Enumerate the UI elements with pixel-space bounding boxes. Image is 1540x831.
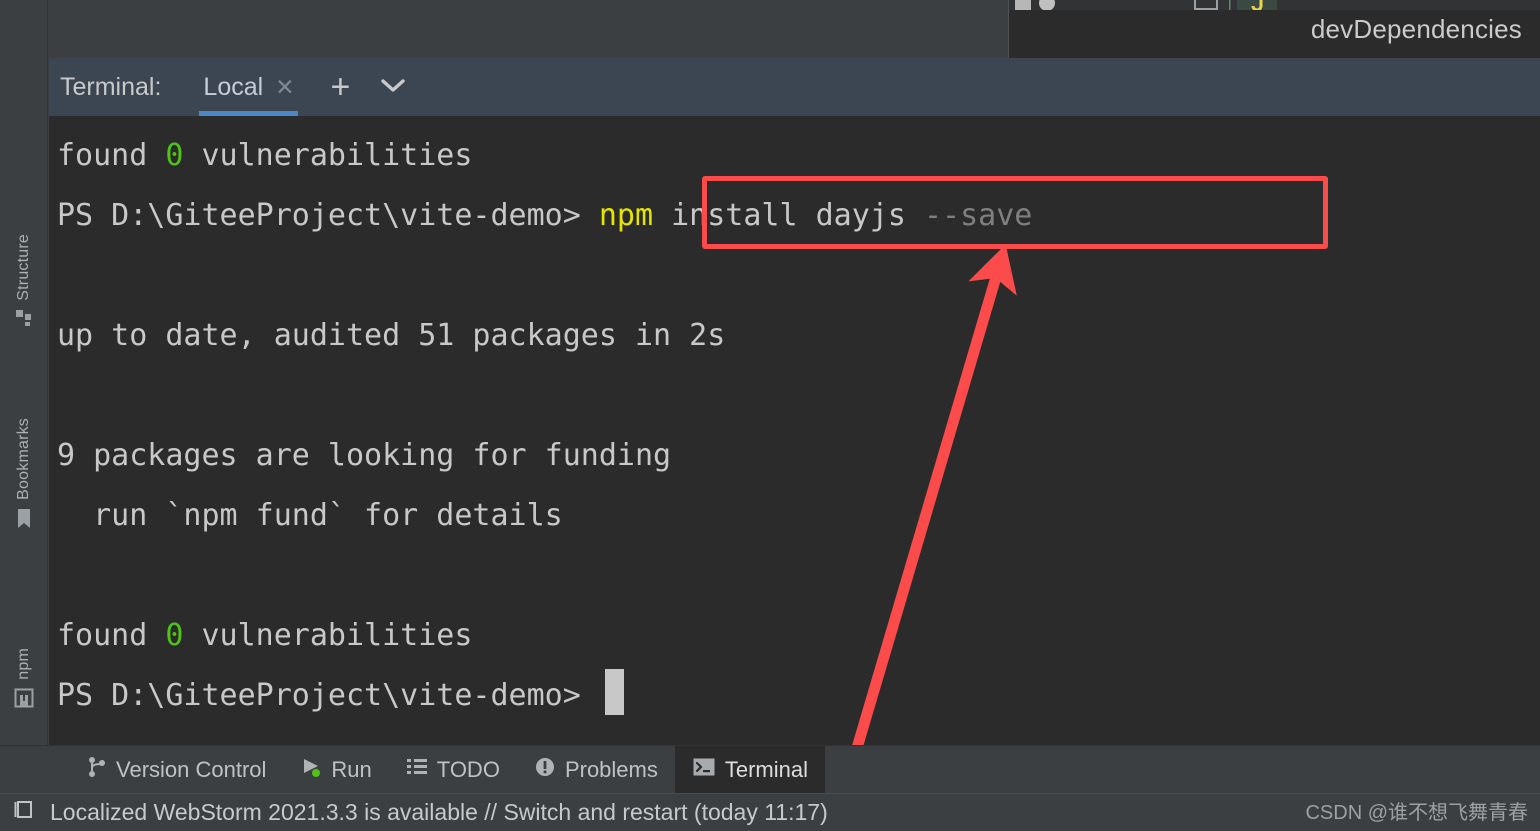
terminal-header-title: Terminal:	[60, 72, 162, 101]
editor-area-sliver: devDependencies	[49, 0, 1540, 58]
terminal-icon	[692, 756, 716, 784]
status-bar: Localized WebStorm 2021.3.3 is available…	[0, 793, 1540, 831]
inspection-count-icon	[1015, 0, 1055, 10]
terminal-line: 9 packages are looking for funding	[57, 426, 1540, 486]
terminal-line: PS D:\GiteeProject\vite-demo>	[57, 666, 1540, 726]
left-tool-strip: Structure Bookmarks npm	[0, 0, 48, 793]
terminal-cursor	[604, 669, 624, 715]
sidebar-item-bookmarks-label: Bookmarks	[15, 418, 32, 500]
terminal-text-segment: --save	[923, 198, 1033, 233]
npm-icon	[14, 688, 34, 713]
terminal-text-segment: found	[57, 618, 166, 653]
tool-button-run[interactable]: Run	[283, 746, 388, 794]
tool-window-bar: Version Control Run TODO Problems Termin…	[0, 745, 1540, 794]
webstorm-window: Structure Bookmarks npm devDependencies …	[0, 0, 1540, 831]
structure-icon	[15, 309, 33, 332]
sidebar-item-npm-label: npm	[15, 648, 32, 680]
terminal-tab-local[interactable]: Local ✕	[199, 58, 299, 116]
terminal-text-segment: found	[57, 138, 166, 173]
branch-icon	[87, 756, 107, 784]
warning-icon	[534, 756, 556, 784]
separator-icon	[1229, 0, 1231, 10]
sidebar-item-bookmarks[interactable]: Bookmarks	[0, 418, 48, 535]
terminal-tool-window-header: Terminal: Local ✕ +	[49, 58, 1540, 116]
terminal-line: run `npm fund` for details	[57, 486, 1540, 546]
terminal-text-segment: install dayjs	[653, 198, 924, 233]
terminal-text-segment: 0	[165, 138, 184, 173]
tool-button-problems-label: Problems	[564, 756, 658, 782]
reader-mode-icon[interactable]	[1189, 0, 1225, 10]
tool-button-todo[interactable]: TODO	[389, 746, 517, 794]
terminal-text-segment: 0	[165, 618, 184, 653]
bookmark-icon	[15, 508, 33, 535]
terminal-line: found 0 vulnerabilities	[57, 126, 1540, 186]
terminal-tab-local-label: Local	[203, 72, 264, 101]
tool-button-problems[interactable]: Problems	[517, 746, 675, 794]
plus-icon[interactable]: +	[330, 70, 350, 104]
list-icon	[406, 757, 428, 783]
editor-inspection-widget	[1009, 0, 1540, 10]
status-bar-message[interactable]: Localized WebStorm 2021.3.3 is available…	[50, 799, 828, 826]
tool-button-version-control[interactable]: Version Control	[70, 746, 283, 794]
tool-button-terminal-label: Terminal	[724, 756, 808, 782]
terminal-text-segment: 9 packages are looking for funding	[57, 438, 672, 473]
js-badge-icon	[1237, 0, 1277, 10]
terminal-output[interactable]: found 0 vulnerabilities PS D:\GiteeProjec…	[49, 116, 1540, 745]
tool-button-version-control-label: Version Control	[116, 756, 267, 782]
sidebar-item-npm[interactable]: npm	[0, 648, 48, 713]
terminal-line: PS D:\GiteeProject\vite-demo> npm instal…	[57, 186, 1540, 246]
notification-icon[interactable]	[12, 798, 36, 827]
chevron-down-icon[interactable]	[378, 75, 408, 100]
dev-dependencies-label: devDependencies	[1310, 14, 1522, 44]
terminal-text-segment: run `npm fund` for details	[57, 498, 563, 533]
terminal-text-segment: up to date, audited 51 packages in 2s	[57, 318, 726, 353]
terminal-text-segment: npm	[598, 198, 654, 233]
close-icon[interactable]: ✕	[275, 75, 294, 99]
editor-right-pane: devDependencies	[1008, 0, 1540, 58]
terminal-text-segment: PS D:\GiteeProject\vite-demo>	[57, 678, 599, 713]
tool-button-todo-label: TODO	[436, 756, 500, 782]
terminal-text-segment: PS D:\GiteeProject\vite-demo>	[57, 198, 599, 233]
terminal-line: up to date, audited 51 packages in 2s	[57, 306, 1540, 366]
sidebar-item-structure[interactable]: Structure	[0, 234, 48, 332]
sidebar-item-structure-label: Structure	[15, 234, 32, 301]
run-icon	[300, 756, 322, 784]
terminal-line: found 0 vulnerabilities	[57, 606, 1540, 666]
tool-button-terminal[interactable]: Terminal	[674, 745, 825, 794]
tool-button-run-label: Run	[331, 756, 372, 782]
terminal-text-segment: vulnerabilities	[183, 618, 473, 653]
terminal-text-segment: vulnerabilities	[183, 138, 473, 173]
watermark-text: CSDN @谁不想飞舞青春	[1305, 802, 1528, 824]
